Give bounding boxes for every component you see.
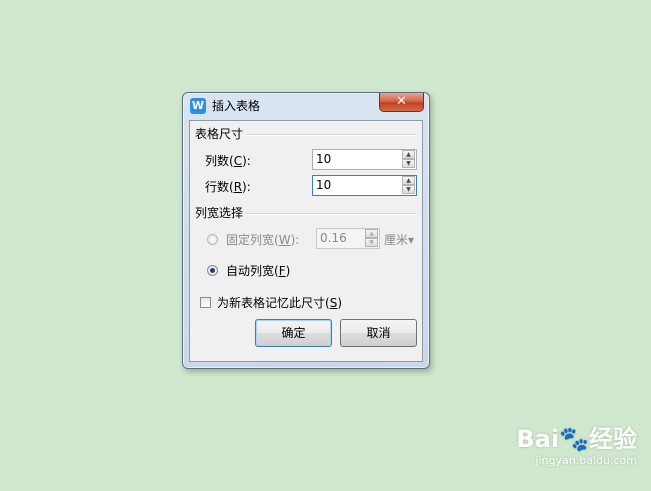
baidu-jingyan-watermark: Bai🐾经验 jingyan.baidu.com [516,424,637,468]
rows-decrement-button[interactable]: ▼ [402,185,415,194]
column-width-divider [246,213,416,215]
ok-button[interactable]: 确定 [255,319,332,347]
wps-writer-icon: W [190,98,206,114]
column-width-group-title: 列宽选择 [195,206,244,220]
columns-label: 列数(C): [205,154,251,168]
rows-increment-button[interactable]: ▲ [402,176,415,185]
fixed-width-decrement-button[interactable]: ▼ [365,238,378,247]
insert-table-dialog: W 插入表格 ✕ 表格尺寸 列数(C): 10 ▲ ▼ 行数(R): 10 ▲ … [182,92,430,369]
columns-increment-button[interactable]: ▲ [402,150,415,159]
remember-size-label: 为新表格记忆此尺寸(S) [217,296,342,310]
rows-input[interactable]: 10 [316,178,331,193]
dialog-body: 表格尺寸 列数(C): 10 ▲ ▼ 行数(R): 10 ▲ ▼ 列宽选择 固定… [189,120,423,362]
arrow-up-icon: ▲ [406,151,411,158]
remember-size-checkbox[interactable] [200,297,211,308]
close-icon: ✕ [396,94,407,109]
cancel-button[interactable]: 取消 [340,319,417,347]
auto-width-radio[interactable] [207,265,218,276]
arrow-down-icon: ▼ [406,186,411,193]
columns-decrement-button[interactable]: ▼ [402,159,415,168]
arrow-down-icon: ▼ [406,160,411,167]
title-bar[interactable]: W 插入表格 ✕ [183,93,429,119]
unit-dropdown[interactable]: 厘米▾ [384,232,414,248]
table-size-divider [246,134,416,136]
fixed-width-spinbox[interactable]: 0.16 ▲ ▼ [316,228,380,249]
table-size-group-title: 表格尺寸 [195,127,244,141]
auto-width-label: 自动列宽(F) [226,264,291,278]
columns-input[interactable]: 10 [316,152,331,167]
fixed-width-radio[interactable] [207,234,218,245]
baidu-jingyan-logo: Bai🐾经验 [516,425,637,453]
arrow-up-icon: ▲ [406,177,411,184]
fixed-width-label: 固定列宽(W): [226,233,300,247]
rows-spinbox[interactable]: 10 ▲ ▼ [312,175,417,196]
columns-spinbox[interactable]: 10 ▲ ▼ [312,149,417,170]
watermark-url: jingyan.baidu.com [535,454,637,467]
rows-label: 行数(R): [205,180,251,194]
arrow-down-icon: ▼ [369,239,374,246]
dialog-title: 插入表格 [212,99,261,113]
fixed-width-input[interactable]: 0.16 [320,231,347,246]
fixed-width-increment-button[interactable]: ▲ [365,229,378,238]
arrow-up-icon: ▲ [369,230,374,237]
close-button[interactable]: ✕ [379,93,424,112]
